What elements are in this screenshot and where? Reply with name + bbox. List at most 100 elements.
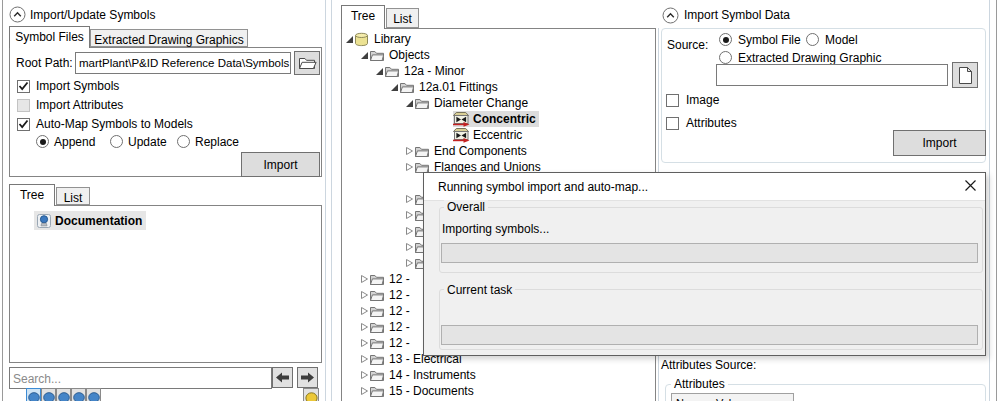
overall-progress-bar: [441, 243, 978, 263]
symbol-file-input[interactable]: [716, 64, 948, 86]
tab-extracted-drawing-graphics[interactable]: Extracted Drawing Graphics: [90, 29, 248, 47]
new-file-button[interactable]: [952, 62, 978, 88]
radio-model[interactable]: [806, 33, 819, 46]
folder-icon: [369, 47, 386, 63]
tree-collapsed-icon[interactable]: [360, 370, 369, 380]
toolbar-sphere-button-1[interactable]: [26, 388, 41, 401]
tree-row[interactable]: Eccentric: [342, 127, 656, 143]
tree-row-label: 12 -: [389, 320, 410, 334]
tree-collapsed-icon[interactable]: [360, 322, 369, 332]
import-symbol-data-button[interactable]: Import: [893, 130, 986, 156]
tree-row[interactable]: Library: [342, 31, 656, 47]
checkbox-import-attributes[interactable]: [17, 99, 30, 112]
tree-row-label: 12a - Minor: [404, 64, 465, 78]
tree-collapsed-icon[interactable]: [405, 162, 414, 172]
tree-row[interactable]: Diameter Change: [342, 95, 656, 111]
left-view-tab-list[interactable]: List: [56, 187, 90, 205]
attributes-group-label: Attributes: [671, 377, 728, 391]
tree-row-label: 12 -: [389, 304, 410, 318]
radio-replace[interactable]: [177, 135, 190, 148]
search-next-button[interactable]: [297, 367, 318, 388]
tree-expanded-icon[interactable]: [360, 50, 369, 60]
radio-symbol-file[interactable]: [719, 33, 732, 46]
tree-collapsed-icon[interactable]: [360, 386, 369, 396]
folder-icon: [369, 303, 386, 319]
attributes-table-header-value: Value: [712, 393, 794, 401]
tree-collapsed-icon[interactable]: [360, 290, 369, 300]
toolbar-yellow-sphere-button[interactable]: [303, 388, 319, 401]
folder-icon: [369, 383, 386, 399]
tree-collapsed-icon[interactable]: [360, 354, 369, 364]
radio-label: Extracted Drawing Graphic: [738, 51, 881, 65]
attributes-source-label: Attributes Source:: [661, 358, 756, 372]
folder-icon: [414, 95, 431, 111]
radio-label: Model: [825, 33, 858, 47]
tree-collapsed-icon[interactable]: [360, 306, 369, 316]
radio-label: Replace: [195, 135, 239, 149]
checkbox-image[interactable]: [666, 94, 679, 107]
tree-row[interactable]: 12a - Minor: [342, 63, 656, 79]
folder-icon: [369, 351, 386, 367]
middle-view-tab-list[interactable]: List: [386, 8, 419, 28]
collapse-chevron-icon[interactable]: [9, 6, 26, 26]
checkbox-label: Import Symbols: [36, 79, 119, 93]
tree-collapsed-icon[interactable]: [405, 242, 414, 252]
tree-row[interactable]: Objects: [342, 47, 656, 63]
tree-row[interactable]: End Components: [342, 143, 656, 159]
current-task-progress-bar: [441, 325, 978, 345]
tree-row[interactable]: 14 - Instruments: [342, 367, 656, 383]
tree-row[interactable]: Concentric: [342, 111, 656, 127]
radio-extracted-drawing-graphic[interactable]: [719, 51, 732, 64]
tree-collapsed-icon[interactable]: [360, 274, 369, 284]
tree-row-label: 12 -: [389, 288, 410, 302]
tree-row-label: 14 - Instruments: [389, 368, 476, 382]
folder-icon: [369, 319, 386, 335]
tree-expanded-icon[interactable]: [345, 34, 354, 44]
tree-expanded-icon[interactable]: [405, 98, 414, 108]
checkbox-label: Image: [686, 93, 719, 107]
search-input[interactable]: Search...: [9, 367, 272, 389]
browse-folder-button[interactable]: [294, 51, 320, 75]
checkbox-label: Auto-Map Symbols to Models: [36, 117, 193, 131]
radio-label: Append: [54, 135, 95, 149]
tree-collapsed-icon[interactable]: [405, 226, 414, 236]
left-view-tab-tree[interactable]: Tree: [9, 184, 55, 206]
tree-collapsed-icon[interactable]: [360, 338, 369, 348]
root-path-input[interactable]: martPlant\P&ID Reference Data\Symbols: [75, 52, 291, 74]
reducer-icon: [453, 111, 470, 127]
tree-row[interactable]: 15 - Documents: [342, 383, 656, 399]
reducer-icon: [453, 127, 470, 143]
folder-icon: [399, 79, 416, 95]
tree-no-arrow: [444, 130, 453, 140]
tree-row-label: 12a.01 Fittings: [419, 80, 498, 94]
checkbox-label: Import Attributes: [36, 98, 123, 112]
tree-expanded-icon[interactable]: [375, 66, 384, 76]
tree-collapsed-icon[interactable]: [405, 258, 414, 268]
tree-collapsed-icon[interactable]: [405, 194, 414, 204]
source-label: Source:: [667, 38, 708, 52]
tab-symbol-files[interactable]: Symbol Files: [9, 26, 90, 48]
tree-row-label: Library: [374, 32, 411, 46]
checkbox-attributes[interactable]: [666, 117, 679, 130]
toolbar-sphere-button-5[interactable]: [86, 388, 101, 401]
tree-collapsed-icon[interactable]: [405, 146, 414, 156]
tree-collapsed-icon[interactable]: [405, 210, 414, 220]
tree-row-label: End Components: [434, 144, 527, 158]
collapse-chevron-icon[interactable]: [662, 7, 679, 27]
search-prev-button[interactable]: [272, 367, 293, 388]
left-window-border: [2, 0, 3, 401]
radio-append[interactable]: [36, 135, 49, 148]
toolbar-sphere-button-3[interactable]: [56, 388, 71, 401]
list-item[interactable]: Documentation: [34, 211, 146, 230]
middle-view-tab-tree[interactable]: Tree: [341, 5, 385, 29]
tree-row[interactable]: 12a.01 Fittings: [342, 79, 656, 95]
tree-expanded-icon[interactable]: [390, 82, 399, 92]
close-icon[interactable]: [964, 179, 977, 195]
documentation-icon: [36, 213, 52, 229]
radio-update[interactable]: [110, 135, 123, 148]
checkbox-auto-map-symbols-to-models[interactable]: [17, 118, 30, 131]
toolbar-sphere-button-4[interactable]: [71, 388, 86, 401]
import-symbols-button[interactable]: Import: [241, 152, 320, 177]
toolbar-sphere-button-2[interactable]: [41, 388, 56, 401]
checkbox-import-symbols[interactable]: [17, 80, 30, 93]
